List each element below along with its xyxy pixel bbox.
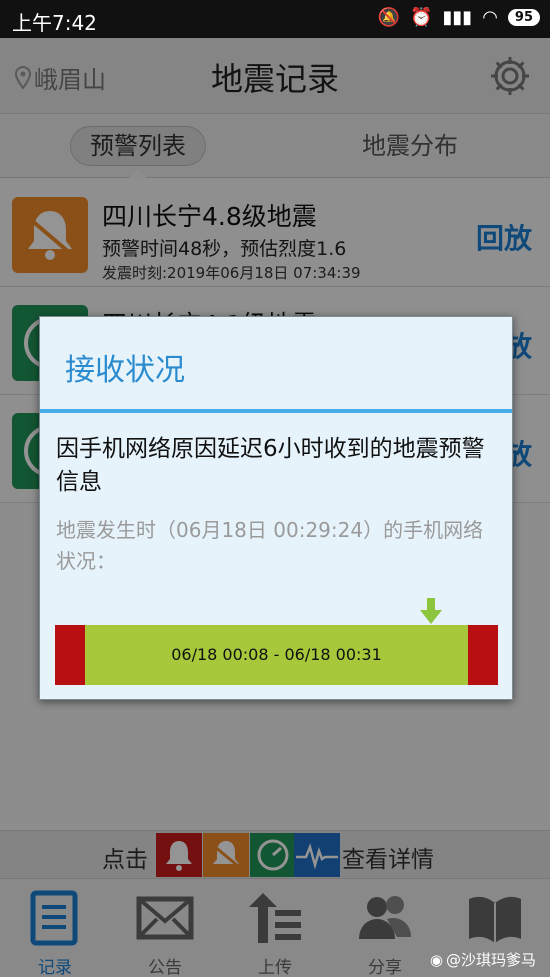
status-bar: 上午7:42 🔕 ⏰ ▮▮▮ ◠ 95: [0, 0, 550, 38]
mute-icon: 🔕: [377, 7, 401, 28]
timeline-label: 06/18 00:08 - 06/18 00:31: [171, 645, 382, 664]
network-timeline-bar: 06/18 00:08 - 06/18 00:31: [55, 625, 498, 685]
dialog-title: 接收状况: [65, 353, 185, 388]
battery-badge: 95: [507, 9, 540, 26]
reception-status-dialog: 接收状况 因手机网络原因延迟6小时收到的地震预警信息 地震发生时（06月18日 …: [39, 316, 513, 700]
watermark: ◉ @沙琪玛爹马: [430, 949, 536, 970]
dialog-divider: [40, 409, 512, 413]
alarm-icon: ⏰: [410, 7, 433, 28]
weibo-icon: ◉: [429, 950, 443, 969]
dialog-subtext: 地震发生时（06月18日 00:29:24）的手机网络状况：: [56, 518, 484, 573]
status-time: 上午7:42: [12, 11, 97, 35]
watermark-text: @沙琪玛爹马: [445, 951, 536, 969]
wifi-icon: ◠: [482, 7, 498, 28]
signal-icon: ▮▮▮: [442, 7, 473, 28]
arrow-down-icon: [420, 598, 442, 624]
dialog-message: 因手机网络原因延迟6小时收到的地震预警信息: [56, 436, 485, 495]
